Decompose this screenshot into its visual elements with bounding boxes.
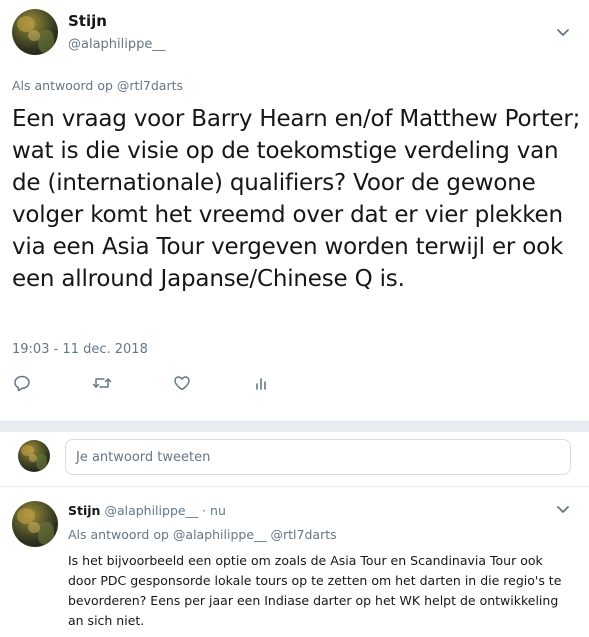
reply-timestamp[interactable]: nu (210, 503, 226, 518)
reply-mention-link[interactable]: @rtl7darts (117, 78, 183, 93)
chevron-down-icon[interactable] (556, 505, 570, 515)
author-avatar[interactable] (12, 9, 58, 55)
chevron-down-icon[interactable] (556, 28, 570, 38)
reply-tweet-text: Is het bijvoorbeeld een optie om zoals d… (68, 553, 562, 628)
retweet-button[interactable] (91, 372, 113, 394)
tweet-text: Een vraag voor Barry Hearn en/of Matthew… (12, 106, 581, 292)
like-button[interactable] (171, 372, 193, 394)
compose-placeholder: Je antwoord tweeten (76, 450, 211, 465)
tweet-actions (0, 372, 300, 394)
tweet-timestamp[interactable]: 19:03 - 11 dec. 2018 (12, 342, 148, 357)
stats-icon (256, 378, 266, 390)
reply-icon (14, 375, 30, 392)
avatar-detail (36, 454, 48, 471)
divider (0, 431, 589, 432)
divider (0, 486, 589, 487)
like-icon (174, 376, 190, 391)
reply-author-avatar[interactable] (12, 501, 58, 547)
reply-mentions-link[interactable]: @alaphilippe__ @rtl7darts (173, 527, 337, 542)
reply-separator: · (202, 503, 207, 518)
reply-button[interactable] (11, 372, 33, 394)
avatar-detail (28, 521, 40, 534)
reply-context: Als antwoord op @rtl7darts (12, 78, 183, 93)
avatar-detail (38, 29, 55, 53)
avatar-detail (28, 29, 40, 42)
user-avatar (18, 440, 50, 472)
avatar-detail (38, 521, 55, 545)
reply-context: Als antwoord op @alaphilippe__ @rtl7dart… (68, 527, 337, 542)
retweet-icon (92, 378, 112, 388)
reply-label: Als antwoord op (68, 527, 169, 542)
reply-compose-input[interactable]: Je antwoord tweeten (65, 439, 571, 475)
author-handle[interactable]: @alaphilippe__ (68, 37, 165, 52)
section-divider (0, 421, 589, 431)
reply-tweet-header: Stijn @alaphilippe__ · nu (68, 503, 226, 518)
author-name[interactable]: Stijn (68, 12, 107, 30)
reply-author-handle[interactable]: @alaphilippe__ (104, 503, 198, 518)
reply-label: Als antwoord op (12, 78, 113, 93)
reply-author-name[interactable]: Stijn (68, 503, 100, 518)
analytics-button[interactable] (251, 372, 273, 394)
